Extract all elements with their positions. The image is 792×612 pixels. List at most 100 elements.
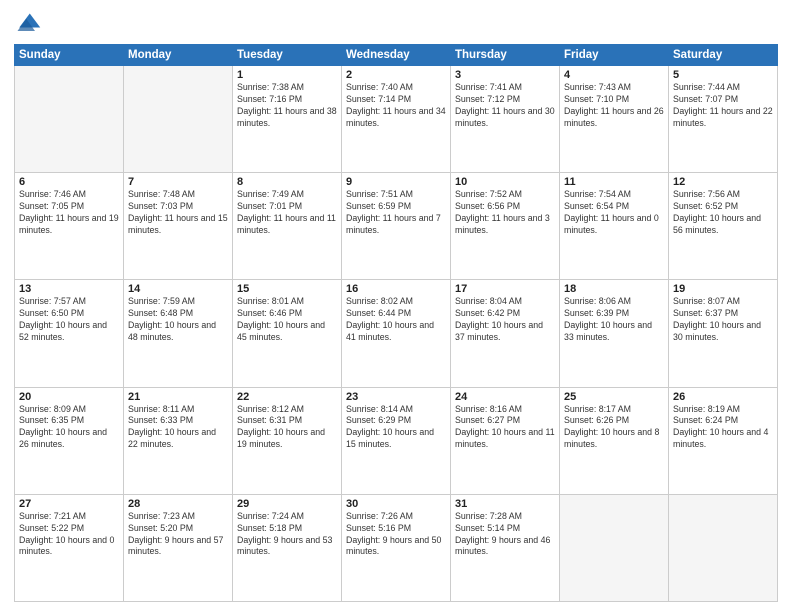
- day-number: 16: [346, 283, 446, 295]
- day-number: 30: [346, 498, 446, 510]
- calendar-cell: [15, 66, 124, 173]
- calendar-cell: [669, 494, 778, 601]
- calendar-cell: 10Sunrise: 7:52 AMSunset: 6:56 PMDayligh…: [451, 173, 560, 280]
- calendar-cell: 31Sunrise: 7:28 AMSunset: 5:14 PMDayligh…: [451, 494, 560, 601]
- calendar-cell: 29Sunrise: 7:24 AMSunset: 5:18 PMDayligh…: [233, 494, 342, 601]
- calendar-table: SundayMondayTuesdayWednesdayThursdayFrid…: [14, 44, 778, 602]
- calendar-cell: 9Sunrise: 7:51 AMSunset: 6:59 PMDaylight…: [342, 173, 451, 280]
- cell-info: Sunrise: 8:12 AMSunset: 6:31 PMDaylight:…: [237, 404, 337, 452]
- calendar-cell: 17Sunrise: 8:04 AMSunset: 6:42 PMDayligh…: [451, 280, 560, 387]
- calendar-cell: 6Sunrise: 7:46 AMSunset: 7:05 PMDaylight…: [15, 173, 124, 280]
- cell-info: Sunrise: 8:01 AMSunset: 6:46 PMDaylight:…: [237, 296, 337, 344]
- cell-info: Sunrise: 7:21 AMSunset: 5:22 PMDaylight:…: [19, 511, 119, 559]
- calendar-cell: 8Sunrise: 7:49 AMSunset: 7:01 PMDaylight…: [233, 173, 342, 280]
- day-number: 7: [128, 176, 228, 188]
- calendar-week-2: 6Sunrise: 7:46 AMSunset: 7:05 PMDaylight…: [15, 173, 778, 280]
- day-number: 13: [19, 283, 119, 295]
- cell-info: Sunrise: 7:56 AMSunset: 6:52 PMDaylight:…: [673, 189, 773, 237]
- weekday-header-friday: Friday: [560, 45, 669, 66]
- day-number: 29: [237, 498, 337, 510]
- cell-info: Sunrise: 8:06 AMSunset: 6:39 PMDaylight:…: [564, 296, 664, 344]
- day-number: 27: [19, 498, 119, 510]
- calendar-cell: 25Sunrise: 8:17 AMSunset: 6:26 PMDayligh…: [560, 387, 669, 494]
- day-number: 18: [564, 283, 664, 295]
- cell-info: Sunrise: 7:24 AMSunset: 5:18 PMDaylight:…: [237, 511, 337, 559]
- day-number: 2: [346, 69, 446, 81]
- day-number: 4: [564, 69, 664, 81]
- calendar-week-1: 1Sunrise: 7:38 AMSunset: 7:16 PMDaylight…: [15, 66, 778, 173]
- cell-info: Sunrise: 8:09 AMSunset: 6:35 PMDaylight:…: [19, 404, 119, 452]
- calendar-cell: 27Sunrise: 7:21 AMSunset: 5:22 PMDayligh…: [15, 494, 124, 601]
- day-number: 8: [237, 176, 337, 188]
- calendar-cell: 11Sunrise: 7:54 AMSunset: 6:54 PMDayligh…: [560, 173, 669, 280]
- cell-info: Sunrise: 7:52 AMSunset: 6:56 PMDaylight:…: [455, 189, 555, 237]
- logo: [14, 10, 46, 38]
- calendar-cell: [124, 66, 233, 173]
- weekday-header-thursday: Thursday: [451, 45, 560, 66]
- calendar-cell: 12Sunrise: 7:56 AMSunset: 6:52 PMDayligh…: [669, 173, 778, 280]
- cell-info: Sunrise: 7:44 AMSunset: 7:07 PMDaylight:…: [673, 82, 773, 130]
- cell-info: Sunrise: 7:51 AMSunset: 6:59 PMDaylight:…: [346, 189, 446, 237]
- calendar-cell: [560, 494, 669, 601]
- calendar-cell: 18Sunrise: 8:06 AMSunset: 6:39 PMDayligh…: [560, 280, 669, 387]
- cell-info: Sunrise: 7:40 AMSunset: 7:14 PMDaylight:…: [346, 82, 446, 130]
- logo-icon: [14, 10, 42, 38]
- day-number: 10: [455, 176, 555, 188]
- calendar-cell: 2Sunrise: 7:40 AMSunset: 7:14 PMDaylight…: [342, 66, 451, 173]
- day-number: 28: [128, 498, 228, 510]
- day-number: 9: [346, 176, 446, 188]
- day-number: 31: [455, 498, 555, 510]
- calendar-cell: 30Sunrise: 7:26 AMSunset: 5:16 PMDayligh…: [342, 494, 451, 601]
- day-number: 26: [673, 391, 773, 403]
- calendar-week-4: 20Sunrise: 8:09 AMSunset: 6:35 PMDayligh…: [15, 387, 778, 494]
- day-number: 5: [673, 69, 773, 81]
- weekday-header-wednesday: Wednesday: [342, 45, 451, 66]
- cell-info: Sunrise: 8:16 AMSunset: 6:27 PMDaylight:…: [455, 404, 555, 452]
- day-number: 19: [673, 283, 773, 295]
- cell-info: Sunrise: 7:26 AMSunset: 5:16 PMDaylight:…: [346, 511, 446, 559]
- day-number: 12: [673, 176, 773, 188]
- day-number: 1: [237, 69, 337, 81]
- cell-info: Sunrise: 8:02 AMSunset: 6:44 PMDaylight:…: [346, 296, 446, 344]
- calendar-cell: 19Sunrise: 8:07 AMSunset: 6:37 PMDayligh…: [669, 280, 778, 387]
- cell-info: Sunrise: 7:41 AMSunset: 7:12 PMDaylight:…: [455, 82, 555, 130]
- day-number: 24: [455, 391, 555, 403]
- cell-info: Sunrise: 7:23 AMSunset: 5:20 PMDaylight:…: [128, 511, 228, 559]
- calendar-week-5: 27Sunrise: 7:21 AMSunset: 5:22 PMDayligh…: [15, 494, 778, 601]
- cell-info: Sunrise: 8:19 AMSunset: 6:24 PMDaylight:…: [673, 404, 773, 452]
- day-number: 11: [564, 176, 664, 188]
- calendar-cell: 5Sunrise: 7:44 AMSunset: 7:07 PMDaylight…: [669, 66, 778, 173]
- day-number: 22: [237, 391, 337, 403]
- calendar-cell: 7Sunrise: 7:48 AMSunset: 7:03 PMDaylight…: [124, 173, 233, 280]
- cell-info: Sunrise: 7:46 AMSunset: 7:05 PMDaylight:…: [19, 189, 119, 237]
- cell-info: Sunrise: 7:54 AMSunset: 6:54 PMDaylight:…: [564, 189, 664, 237]
- calendar-week-3: 13Sunrise: 7:57 AMSunset: 6:50 PMDayligh…: [15, 280, 778, 387]
- cell-info: Sunrise: 7:48 AMSunset: 7:03 PMDaylight:…: [128, 189, 228, 237]
- cell-info: Sunrise: 8:17 AMSunset: 6:26 PMDaylight:…: [564, 404, 664, 452]
- day-number: 21: [128, 391, 228, 403]
- day-number: 23: [346, 391, 446, 403]
- calendar-cell: 3Sunrise: 7:41 AMSunset: 7:12 PMDaylight…: [451, 66, 560, 173]
- day-number: 25: [564, 391, 664, 403]
- calendar-cell: 22Sunrise: 8:12 AMSunset: 6:31 PMDayligh…: [233, 387, 342, 494]
- day-number: 14: [128, 283, 228, 295]
- weekday-header-saturday: Saturday: [669, 45, 778, 66]
- day-number: 3: [455, 69, 555, 81]
- calendar-cell: 21Sunrise: 8:11 AMSunset: 6:33 PMDayligh…: [124, 387, 233, 494]
- calendar-cell: 20Sunrise: 8:09 AMSunset: 6:35 PMDayligh…: [15, 387, 124, 494]
- cell-info: Sunrise: 7:57 AMSunset: 6:50 PMDaylight:…: [19, 296, 119, 344]
- calendar-cell: 24Sunrise: 8:16 AMSunset: 6:27 PMDayligh…: [451, 387, 560, 494]
- calendar-cell: 28Sunrise: 7:23 AMSunset: 5:20 PMDayligh…: [124, 494, 233, 601]
- cell-info: Sunrise: 7:43 AMSunset: 7:10 PMDaylight:…: [564, 82, 664, 130]
- cell-info: Sunrise: 8:14 AMSunset: 6:29 PMDaylight:…: [346, 404, 446, 452]
- cell-info: Sunrise: 7:38 AMSunset: 7:16 PMDaylight:…: [237, 82, 337, 130]
- day-number: 20: [19, 391, 119, 403]
- calendar-cell: 14Sunrise: 7:59 AMSunset: 6:48 PMDayligh…: [124, 280, 233, 387]
- header: [14, 10, 778, 38]
- calendar-cell: 4Sunrise: 7:43 AMSunset: 7:10 PMDaylight…: [560, 66, 669, 173]
- weekday-header-sunday: Sunday: [15, 45, 124, 66]
- calendar-cell: 26Sunrise: 8:19 AMSunset: 6:24 PMDayligh…: [669, 387, 778, 494]
- page: SundayMondayTuesdayWednesdayThursdayFrid…: [0, 0, 792, 612]
- weekday-header-tuesday: Tuesday: [233, 45, 342, 66]
- cell-info: Sunrise: 7:28 AMSunset: 5:14 PMDaylight:…: [455, 511, 555, 559]
